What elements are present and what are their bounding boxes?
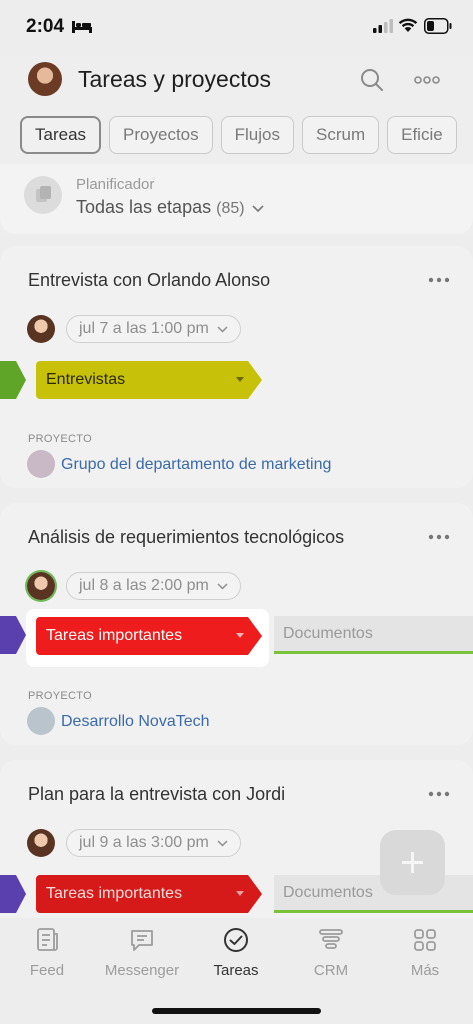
tab-tareas[interactable]: Tareas <box>20 116 102 154</box>
planner-icon <box>24 176 62 214</box>
more-options-icon[interactable] <box>428 533 450 541</box>
stage-label: Tareas importantes <box>46 885 183 902</box>
deadline-text: jul 7 a las 1:00 pm <box>79 320 209 337</box>
task-title[interactable]: Plan para la entrevista con Jordi <box>28 784 285 805</box>
grid-icon <box>414 929 436 951</box>
stage-dropdown[interactable]: Entrevistas <box>36 361 262 399</box>
task-title[interactable]: Entrevista con Orlando Alonso <box>28 270 270 291</box>
planner-count: (85) <box>216 200 245 217</box>
tab-label: Feed <box>29 962 65 979</box>
deadline-pill[interactable]: jul 8 a las 2:00 pm <box>66 572 241 600</box>
tab-label: Tareas <box>213 962 259 979</box>
tab-label: Más <box>410 962 440 979</box>
add-task-button[interactable] <box>380 830 445 895</box>
user-avatar[interactable] <box>28 62 62 96</box>
next-stage-label: Documentos <box>283 884 373 901</box>
tab-eficiencia[interactable]: Eficie <box>387 116 457 154</box>
project-avatar <box>27 707 55 735</box>
tab-messenger[interactable]: Messenger <box>97 926 187 979</box>
tab-scrum[interactable]: Scrum <box>301 116 380 154</box>
planner-label: Planificador <box>76 176 155 193</box>
chat-icon <box>131 930 153 951</box>
planner-stage-text: Todas las etapas <box>76 197 212 217</box>
previous-stage-arrow[interactable] <box>0 616 26 654</box>
caret-down-icon <box>236 891 244 896</box>
page-title: Tareas y proyectos <box>78 66 272 92</box>
task-card[interactable]: Entrevista con Orlando Alonso jul 7 a la… <box>0 246 473 488</box>
stage-dropdown[interactable]: Tareas importantes <box>36 875 262 913</box>
previous-stage-arrow[interactable] <box>0 875 26 913</box>
project-link[interactable]: Grupo del departamento de marketing <box>61 456 331 474</box>
chevron-down-icon <box>252 205 264 213</box>
battery-icon <box>424 18 452 34</box>
caret-down-icon <box>236 633 244 638</box>
status-time: 2:04 <box>26 16 65 37</box>
next-stage-label: Documentos <box>283 625 373 642</box>
stage-dropdown[interactable]: Tareas importantes <box>36 617 262 655</box>
tab-flujos[interactable]: Flujos <box>220 116 294 154</box>
assignee-avatar[interactable] <box>27 315 55 343</box>
deadline-pill[interactable]: jul 9 a las 3:00 pm <box>66 829 241 857</box>
stage-label: Entrevistas <box>46 371 126 388</box>
previous-stage-arrow[interactable] <box>0 361 26 399</box>
chevron-down-icon <box>217 840 228 847</box>
cellular-signal-icon <box>373 19 393 33</box>
project-label: PROYECTO <box>28 433 92 445</box>
status-bar: 2:04 <box>0 0 473 56</box>
caret-down-icon <box>236 377 244 382</box>
tab-label: CRM <box>313 962 349 979</box>
wifi-icon <box>398 18 418 32</box>
chevron-down-icon <box>217 583 228 590</box>
tab-crm[interactable]: CRM <box>286 926 376 979</box>
chevron-down-icon <box>217 326 228 333</box>
more-options-icon[interactable] <box>428 790 450 798</box>
next-stage[interactable]: Documentos <box>274 616 473 654</box>
header: Tareas y proyectos Tareas Proyectos Flujos… <box>0 56 473 236</box>
project-link[interactable]: Desarrollo NovaTech <box>61 713 210 731</box>
tab-proyectos[interactable]: Proyectos <box>109 116 213 154</box>
header-card: Tareas y proyectos Tareas Proyectos Flujos… <box>0 56 473 234</box>
planner-value[interactable]: Todas las etapas (85) <box>76 197 264 218</box>
deadline-text: jul 9 a las 3:00 pm <box>79 834 209 851</box>
tab-feed[interactable]: Feed <box>2 926 92 979</box>
tab-label: Messenger <box>104 962 180 979</box>
more-options-icon[interactable] <box>428 276 450 284</box>
feed-icon <box>37 928 58 951</box>
project-avatar <box>27 450 55 478</box>
search-icon[interactable] <box>360 68 384 92</box>
assignee-avatar[interactable] <box>27 572 55 600</box>
planner-selector[interactable]: Planificador Todas las etapas (85) <box>0 164 473 234</box>
check-circle-icon <box>224 928 248 952</box>
deadline-pill[interactable]: jul 7 a las 1:00 pm <box>66 315 241 343</box>
tab-mas[interactable]: Más <box>380 926 470 979</box>
task-title[interactable]: Análisis de requerimientos tecnológicos <box>28 527 344 548</box>
more-options-icon[interactable] <box>414 70 440 90</box>
view-tabs: Tareas Proyectos Flujos Scrum Eficie <box>20 116 473 154</box>
tab-tareas-nav[interactable]: Tareas <box>191 926 281 979</box>
sleep-mode-icon <box>72 21 92 33</box>
assignee-avatar[interactable] <box>27 829 55 857</box>
deadline-text: jul 8 a las 2:00 pm <box>79 577 209 594</box>
stage-label: Tareas importantes <box>46 627 183 644</box>
project-label: PROYECTO <box>28 690 92 702</box>
home-indicator <box>152 1008 321 1014</box>
funnel-icon <box>319 929 343 949</box>
